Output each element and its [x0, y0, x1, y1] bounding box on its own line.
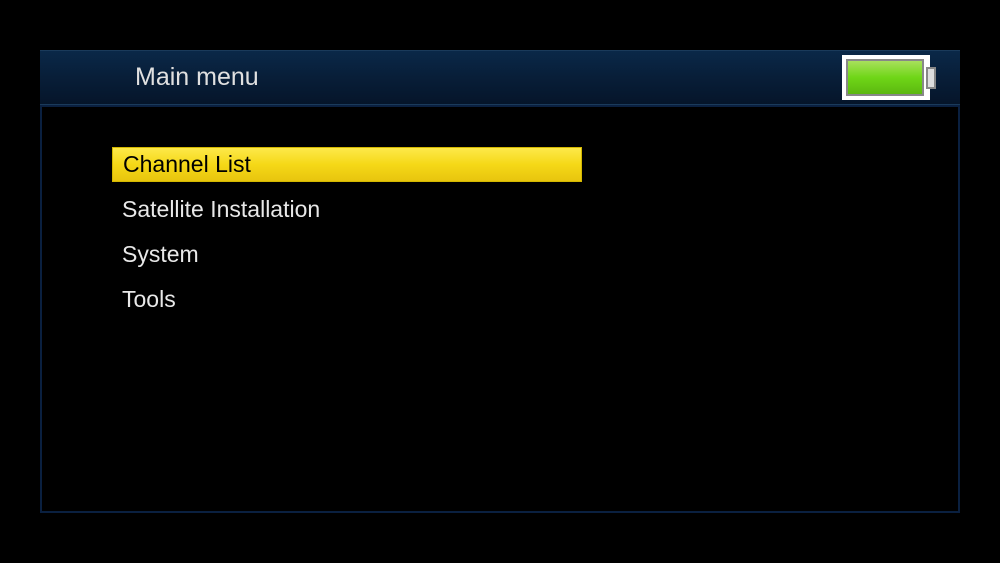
- battery-icon: [842, 55, 930, 100]
- menu-item-label: System: [122, 241, 199, 268]
- menu-item-channel-list[interactable]: Channel List: [112, 147, 582, 182]
- page-title: Main menu: [135, 63, 259, 92]
- menu-item-label: Tools: [122, 286, 176, 313]
- menu-item-label: Channel List: [123, 151, 251, 178]
- battery-tip: [926, 67, 936, 89]
- menu-container: Channel List Satellite Installation Syst…: [40, 105, 960, 513]
- battery-body: [846, 59, 924, 96]
- header-bar: Main menu: [40, 50, 960, 105]
- menu-item-system[interactable]: System: [112, 237, 582, 272]
- menu-item-satellite-installation[interactable]: Satellite Installation: [112, 192, 582, 227]
- menu-item-tools[interactable]: Tools: [112, 282, 582, 317]
- menu-item-label: Satellite Installation: [122, 196, 320, 223]
